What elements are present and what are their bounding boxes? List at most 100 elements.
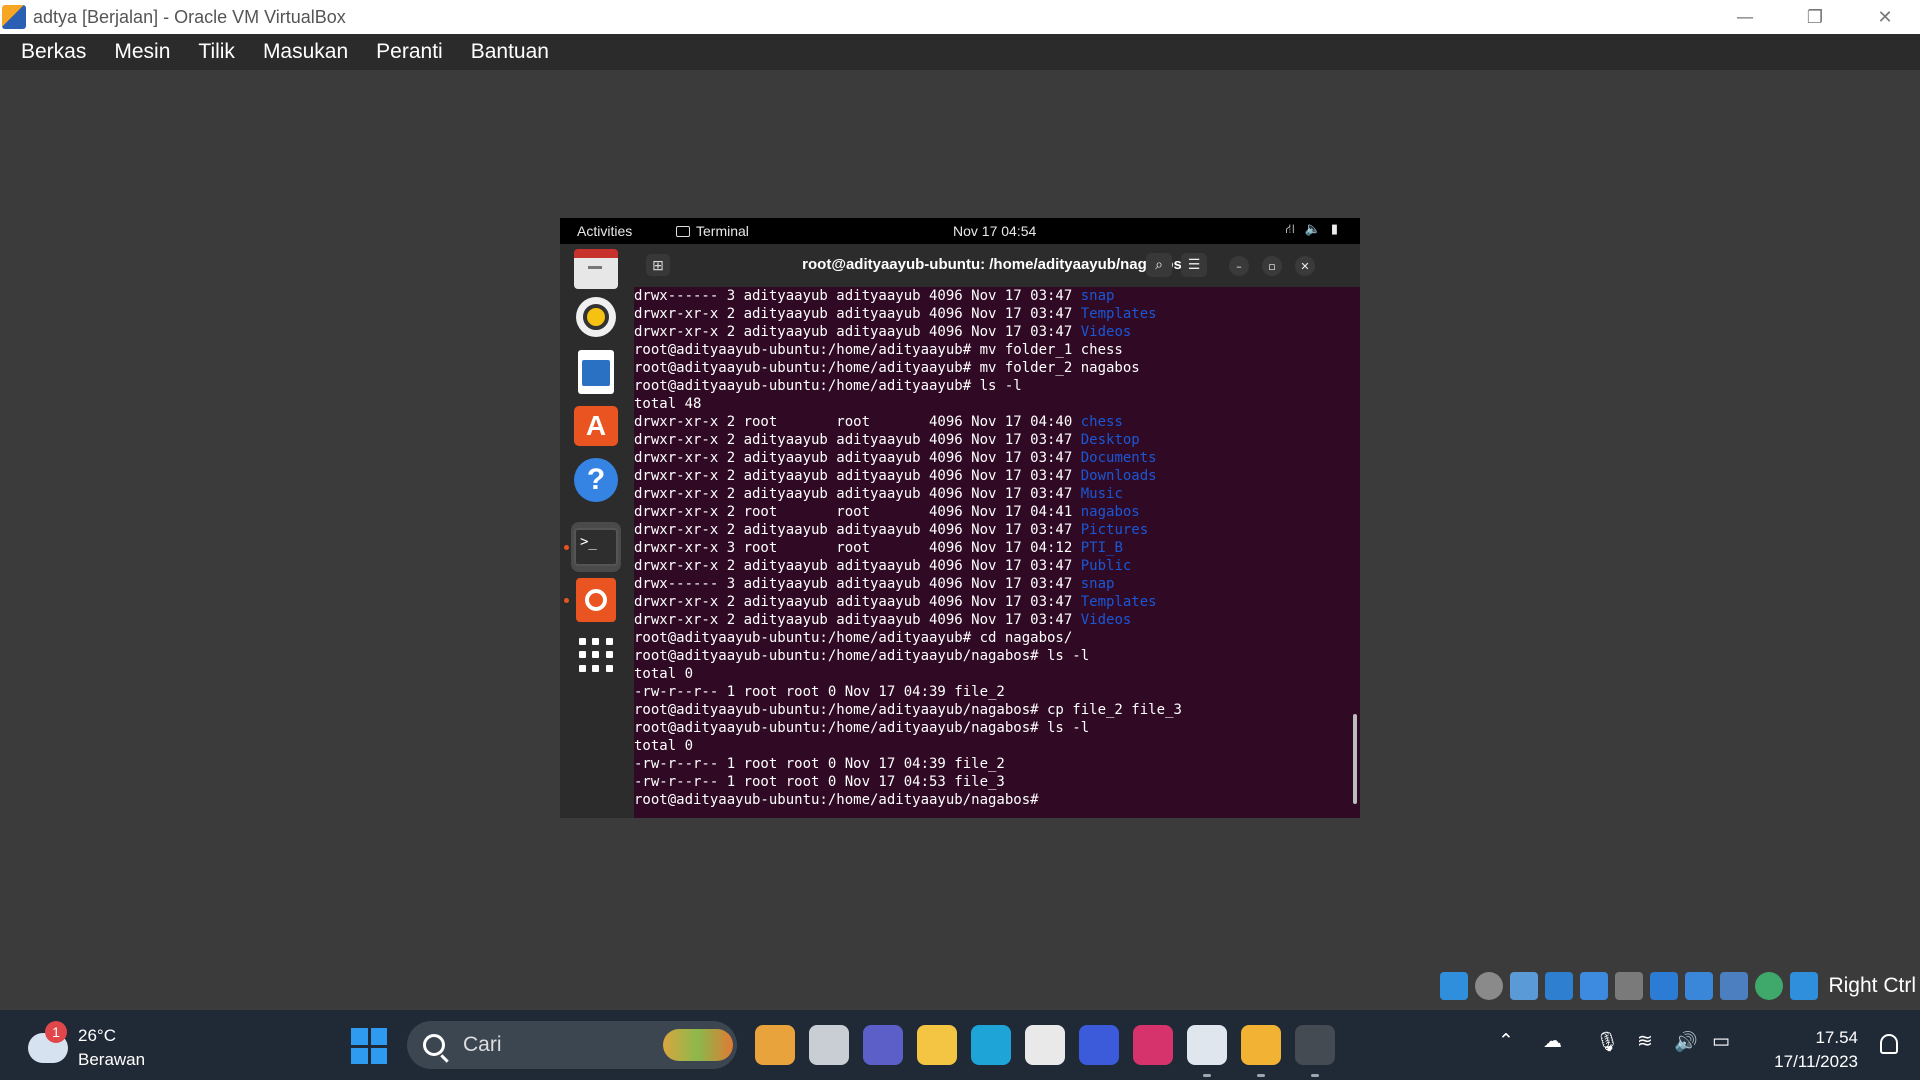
- battery-icon: ▮: [1330, 222, 1338, 237]
- writer-icon[interactable]: [571, 347, 621, 397]
- menu-masukan[interactable]: Masukan: [263, 40, 348, 64]
- terminal-line-text: root@adityaayub-ubuntu:/home/adityaayub/…: [634, 792, 1048, 808]
- search-icon: [423, 1034, 445, 1056]
- terminal-line: root@adityaayub-ubuntu:/home/adityaayub/…: [634, 791, 1349, 809]
- menu-mesin[interactable]: Mesin: [114, 40, 170, 64]
- close-button[interactable]: ✕: [1850, 0, 1920, 34]
- directory-name: snap: [1080, 576, 1115, 592]
- terminal-output[interactable]: drwx------ 3 adityaayub adityaayub 4096 …: [634, 287, 1349, 818]
- terminal-line-text: total 48: [634, 396, 702, 412]
- terminal-line: drwxr-xr-x 2 adityaayub adityaayub 4096 …: [634, 323, 1349, 341]
- virtualbox-icon[interactable]: [1187, 1025, 1227, 1065]
- terminal-line: drwx------ 3 adityaayub adityaayub 4096 …: [634, 575, 1349, 593]
- terminal-line: drwxr-xr-x 2 root root 4096 Nov 17 04:40…: [634, 413, 1349, 431]
- directory-name: Templates: [1080, 306, 1157, 322]
- virtualbox-vm-icon[interactable]: [1241, 1025, 1281, 1065]
- terminal-line-text: drwxr-xr-x 2 adityaayub adityaayub 4096 …: [634, 594, 1081, 610]
- search-button[interactable]: ⌕: [1146, 253, 1172, 277]
- terminal-line: -rw-r--r-- 1 root root 0 Nov 17 04:53 fi…: [634, 773, 1349, 791]
- terminal-line-text: -rw-r--r-- 1 root root 0 Nov 17 04:39 fi…: [634, 756, 1005, 772]
- terminal-line: drwxr-xr-x 2 adityaayub adityaayub 4096 …: [634, 557, 1349, 575]
- ubuntu-icon[interactable]: [571, 575, 621, 625]
- terminal-line-text: root@adityaayub-ubuntu:/home/adityaayub#…: [634, 630, 1073, 646]
- directory-name: PTI_B: [1080, 540, 1123, 556]
- copilot-icon[interactable]: [755, 1025, 795, 1065]
- terminal-line: drwxr-xr-x 2 adityaayub adityaayub 4096 …: [634, 305, 1349, 323]
- menu-peranti[interactable]: Peranti: [376, 40, 443, 64]
- taskbar-search[interactable]: Cari: [407, 1021, 737, 1069]
- activities-button[interactable]: Activities: [577, 223, 632, 239]
- directory-name: Downloads: [1080, 468, 1157, 484]
- terminal-line: root@adityaayub-ubuntu:/home/adityaayub#…: [634, 629, 1349, 647]
- terminal-line-text: root@adityaayub-ubuntu:/home/adityaayub/…: [634, 702, 1182, 718]
- mouse-integration-icon[interactable]: [1755, 972, 1784, 1000]
- show-apps-icon[interactable]: [571, 630, 621, 680]
- terminal-icon[interactable]: >_: [571, 522, 621, 572]
- running-indicator: [1311, 1074, 1319, 1077]
- network-icon[interactable]: [1545, 972, 1574, 1000]
- terminal-line: drwxr-xr-x 2 adityaayub adityaayub 4096 …: [634, 467, 1349, 485]
- menu-tilik[interactable]: Tilik: [198, 40, 235, 64]
- wifi-icon[interactable]: ≋: [1637, 1030, 1653, 1052]
- search-placeholder: Cari: [463, 1033, 502, 1056]
- edge-icon[interactable]: [971, 1025, 1011, 1065]
- app-menu[interactable]: Terminal: [676, 223, 749, 239]
- terminal-line-text: drwxr-xr-x 2 adityaayub adityaayub 4096 …: [634, 486, 1081, 502]
- terminal-line: drwxr-xr-x 2 adityaayub adityaayub 4096 …: [634, 611, 1349, 629]
- terminal-line: drwx------ 3 adityaayub adityaayub 4096 …: [634, 287, 1349, 305]
- terminal-line-text: -rw-r--r-- 1 root root 0 Nov 17 04:39 fi…: [634, 684, 1005, 700]
- gnome-clock[interactable]: Nov 17 04:54: [953, 223, 1036, 239]
- terminal-line-text: root@adityaayub-ubuntu:/home/adityaayub#…: [634, 378, 1022, 394]
- file-explorer-icon[interactable]: [917, 1025, 957, 1065]
- vbox-status-bar: Right Ctrl: [1440, 968, 1920, 1004]
- chevron-up-icon[interactable]: ⌃: [1498, 1030, 1514, 1052]
- close-terminal-button[interactable]: ✕: [1295, 256, 1315, 276]
- menu-berkas[interactable]: Berkas: [21, 40, 86, 64]
- terminal-line: root@adityaayub-ubuntu:/home/adityaayub#…: [634, 359, 1349, 377]
- hard-disk-icon[interactable]: [1440, 972, 1469, 1000]
- obs-icon[interactable]: [1295, 1025, 1335, 1065]
- task-view-icon[interactable]: [809, 1025, 849, 1065]
- app-center-icon[interactable]: A: [571, 401, 621, 451]
- terminal-window[interactable]: ⊞ root@adityaayub-ubuntu: /home/adityaay…: [634, 244, 1360, 818]
- taskbar-clock[interactable]: 17.54 17/11/2023: [1774, 1026, 1858, 1074]
- rhythmbox-icon[interactable]: [571, 292, 621, 342]
- terminal-scrollbar[interactable]: [1353, 714, 1357, 804]
- usb-icon[interactable]: [1580, 972, 1609, 1000]
- weather-widget[interactable]: 1 26°C Berawan: [28, 1021, 145, 1072]
- battery-icon[interactable]: ▭: [1712, 1030, 1730, 1052]
- maximize-terminal-button[interactable]: ▫: [1262, 256, 1282, 276]
- help-icon[interactable]: ?: [571, 455, 621, 505]
- minimize-terminal-button[interactable]: –: [1229, 256, 1249, 276]
- speaker-icon[interactable]: 🔊: [1674, 1030, 1698, 1053]
- search-highlight-image: [663, 1029, 733, 1061]
- notification-bell-icon[interactable]: [1880, 1034, 1898, 1054]
- microsoft-store-icon[interactable]: [1025, 1025, 1065, 1065]
- onedrive-icon[interactable]: ☁: [1543, 1030, 1562, 1052]
- display-icon[interactable]: [1650, 972, 1679, 1000]
- terminal-line-text: drwxr-xr-x 2 adityaayub adityaayub 4096 …: [634, 324, 1081, 340]
- microphone-icon[interactable]: 🎙: [1595, 1030, 1619, 1053]
- app-icon-blue[interactable]: [1079, 1025, 1119, 1065]
- audio-icon[interactable]: [1510, 972, 1539, 1000]
- restore-button[interactable]: ❐: [1780, 0, 1850, 34]
- instagram-icon[interactable]: [1133, 1025, 1173, 1065]
- terminal-line: total 0: [634, 665, 1349, 683]
- vm-display[interactable]: Activities Terminal Nov 17 04:54 ⛙ 🔈 ▮ A…: [560, 218, 1360, 818]
- menu-bantuan[interactable]: Bantuan: [471, 40, 549, 64]
- teams-icon[interactable]: [863, 1025, 903, 1065]
- recording-icon[interactable]: [1685, 972, 1714, 1000]
- host-menu-bar: Berkas Mesin Tilik Masukan Peranti Bantu…: [0, 34, 1920, 70]
- directory-name: Music: [1080, 486, 1123, 502]
- system-tray[interactable]: ⛙ 🔈 ▮: [1286, 222, 1338, 239]
- shared-folder-icon[interactable]: [1615, 972, 1644, 1000]
- directory-name: Videos: [1080, 324, 1132, 340]
- terminal-line: root@adityaayub-ubuntu:/home/adityaayub#…: [634, 341, 1349, 359]
- minimize-button[interactable]: —: [1710, 0, 1780, 34]
- start-button[interactable]: [351, 1028, 387, 1064]
- virtualization-icon[interactable]: [1720, 972, 1749, 1000]
- optical-drive-icon[interactable]: [1475, 972, 1504, 1000]
- download-icon[interactable]: [1790, 972, 1819, 1000]
- files-icon[interactable]: [571, 244, 621, 294]
- hamburger-menu-button[interactable]: ☰: [1181, 253, 1207, 277]
